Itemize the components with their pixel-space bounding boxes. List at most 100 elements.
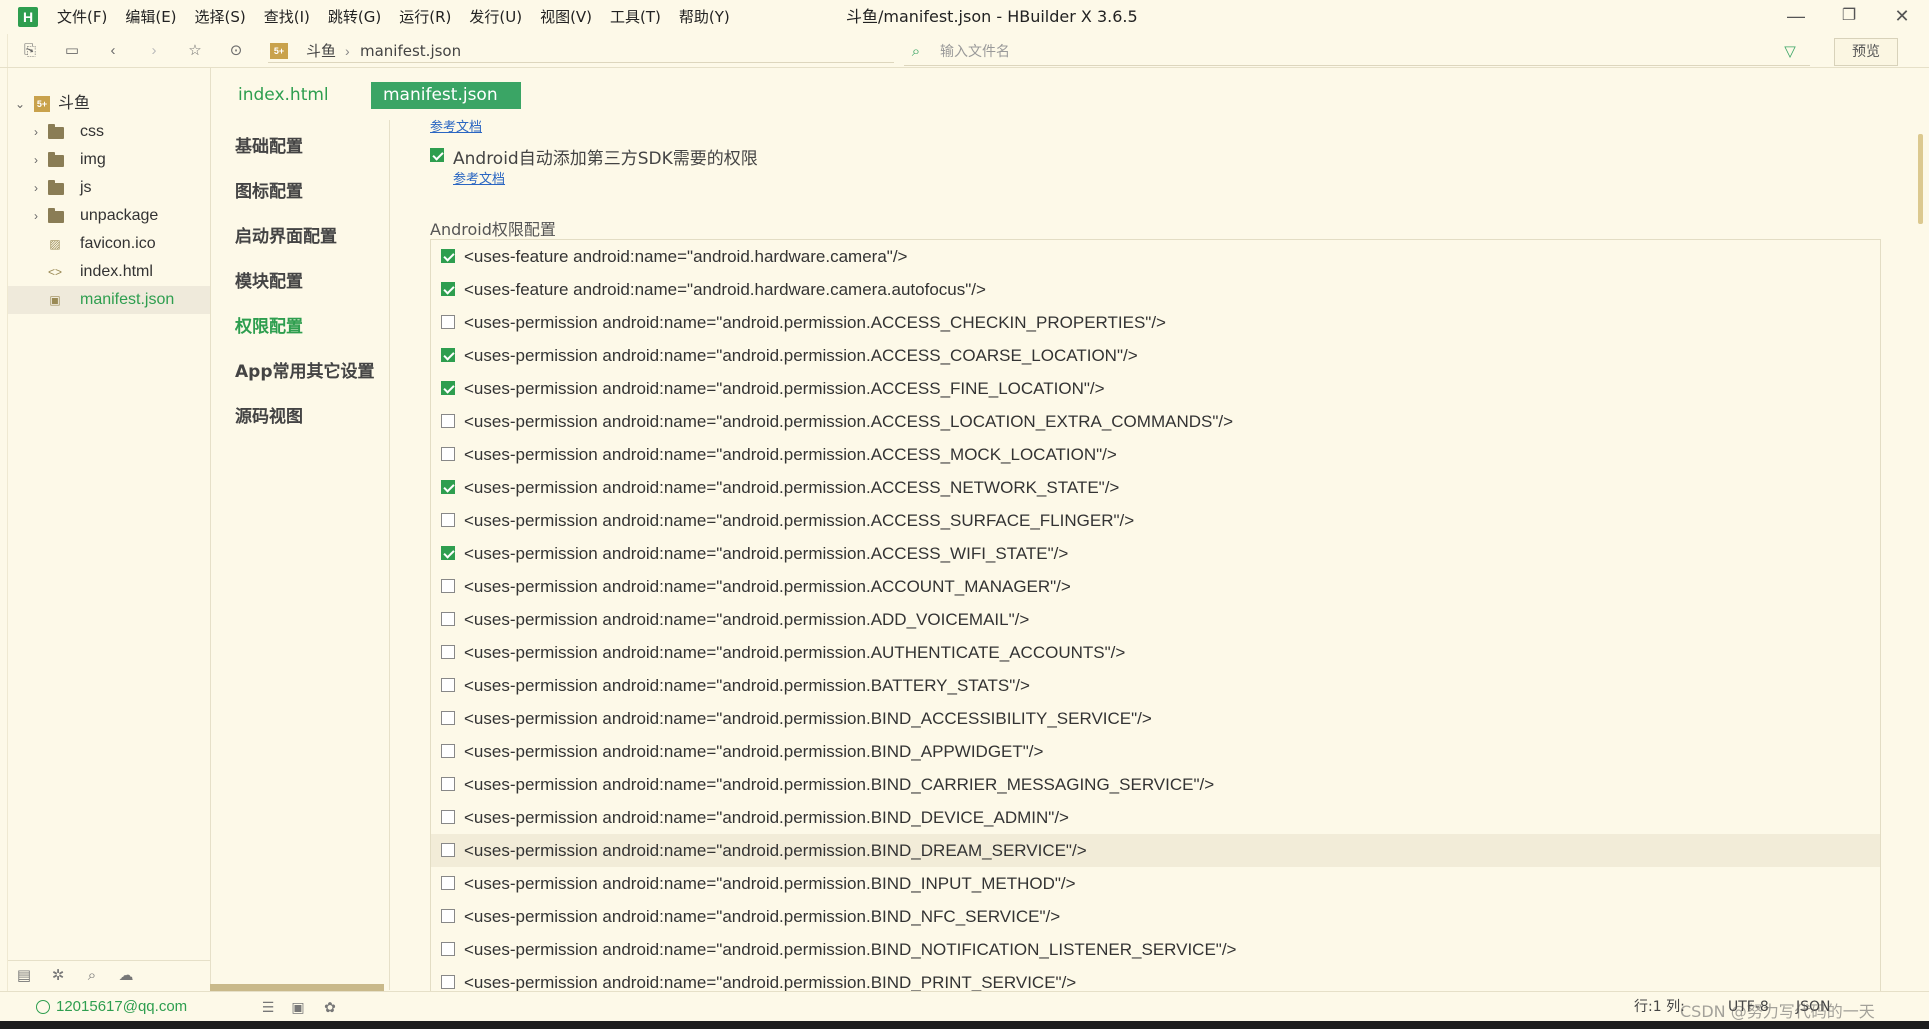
tree-item-manifest-json[interactable]: ▣ manifest.json (8, 286, 210, 314)
permission-checkbox[interactable] (441, 942, 455, 956)
menu-item-3[interactable]: 查找(I) (255, 0, 319, 34)
permission-row[interactable]: <uses-permission android:name="android.p… (431, 306, 1880, 339)
permission-row[interactable]: <uses-permission android:name="android.p… (431, 867, 1880, 900)
content-scrollbar[interactable] (1915, 120, 1925, 990)
preview-button[interactable]: 预览 (1834, 38, 1898, 66)
new-file-icon[interactable]: ⎘ (20, 41, 40, 61)
status-line-col[interactable]: 行:1 列: (1634, 992, 1685, 1022)
status-user-email[interactable]: 12015617@qq.com (56, 992, 187, 1022)
plugins-icon[interactable]: ☁ (116, 966, 136, 986)
tree-item-img[interactable]: › img (8, 146, 210, 174)
project-manager-icon[interactable]: ▤ (14, 966, 34, 986)
permission-row[interactable]: <uses-permission android:name="android.p… (431, 702, 1880, 735)
permission-checkbox[interactable] (441, 975, 455, 989)
permission-checkbox[interactable] (441, 777, 455, 791)
menu-item-4[interactable]: 跳转(G) (319, 0, 390, 34)
permission-row[interactable]: <uses-feature android:name="android.hard… (431, 240, 1880, 273)
permission-checkbox[interactable] (441, 744, 455, 758)
nav-item-5[interactable]: App常用其它设置 (235, 357, 375, 382)
auto-sdk-permission-checkbox[interactable] (430, 148, 444, 162)
star-icon[interactable]: ☆ (185, 41, 205, 61)
run-icon[interactable]: ⊙ (226, 41, 246, 61)
nav-item-2[interactable]: 启动界面配置 (235, 222, 337, 247)
back-icon[interactable]: ‹ (103, 41, 123, 61)
permission-row[interactable]: <uses-permission android:name="android.p… (431, 339, 1880, 372)
permission-row[interactable]: <uses-permission android:name="android.p… (431, 900, 1880, 933)
permission-row[interactable]: <uses-permission android:name="android.p… (431, 768, 1880, 801)
tab-manifest-json[interactable]: manifest.json (371, 82, 521, 109)
permission-checkbox[interactable] (441, 909, 455, 923)
permission-row[interactable]: <uses-permission android:name="android.p… (431, 537, 1880, 570)
permission-checkbox[interactable] (441, 513, 455, 527)
permission-checkbox[interactable] (441, 810, 455, 824)
permission-row[interactable]: <uses-permission android:name="android.p… (431, 801, 1880, 834)
reference-doc-link-top[interactable]: 参考文档 (430, 116, 482, 135)
tree-root-project[interactable]: ⌄ 5+ 斗鱼 (8, 90, 210, 118)
nav-item-1[interactable]: 图标配置 (235, 177, 303, 202)
console-icon[interactable]: ▣ (288, 997, 308, 1017)
permission-checkbox[interactable] (441, 447, 455, 461)
permission-row[interactable]: <uses-permission android:name="android.p… (431, 471, 1880, 504)
menu-item-0[interactable]: 文件(F) (48, 0, 116, 34)
reference-doc-link-sdk[interactable]: 参考文档 (453, 168, 505, 187)
chevron-right-icon[interactable]: › (30, 118, 42, 146)
tree-item-js[interactable]: › js (8, 174, 210, 202)
minimize-button[interactable]: — (1771, 0, 1821, 34)
chevron-right-icon[interactable]: › (30, 146, 42, 174)
menu-item-6[interactable]: 发行(U) (460, 0, 531, 34)
permission-checkbox[interactable] (441, 546, 455, 560)
scrollbar-thumb[interactable] (1918, 134, 1923, 224)
tree-item-favicon-ico[interactable]: ▨ favicon.ico (8, 230, 210, 258)
theme-icon[interactable]: ✿ (320, 997, 340, 1017)
permission-checkbox[interactable] (441, 678, 455, 692)
menu-item-9[interactable]: 帮助(Y) (670, 0, 739, 34)
nav-item-4[interactable]: 权限配置 (235, 312, 303, 337)
search-files-icon[interactable]: ⌕ (82, 966, 102, 986)
chevron-right-icon[interactable]: › (30, 202, 42, 230)
permission-checkbox[interactable] (441, 282, 455, 296)
chevron-down-icon[interactable]: ⌄ (14, 90, 26, 118)
permission-checkbox[interactable] (441, 711, 455, 725)
tree-item-index-html[interactable]: <> index.html (8, 258, 210, 286)
permission-checkbox[interactable] (441, 579, 455, 593)
close-button[interactable]: ✕ (1877, 0, 1927, 34)
permission-checkbox[interactable] (441, 480, 455, 494)
permission-checkbox[interactable] (441, 645, 455, 659)
permission-row[interactable]: <uses-permission android:name="android.p… (431, 570, 1880, 603)
nav-item-6[interactable]: 源码视图 (235, 402, 303, 427)
permission-checkbox[interactable] (441, 381, 455, 395)
save-icon[interactable]: ▭ (62, 41, 82, 61)
restore-button[interactable]: ❐ (1824, 0, 1874, 34)
filter-icon[interactable]: ▽ (1780, 42, 1800, 62)
permission-checkbox[interactable] (441, 315, 455, 329)
permission-row[interactable]: <uses-permission android:name="android.p… (431, 834, 1880, 867)
permission-row[interactable]: <uses-permission android:name="android.p… (431, 603, 1880, 636)
permission-row[interactable]: <uses-permission android:name="android.p… (431, 438, 1880, 471)
permission-row[interactable]: <uses-permission android:name="android.p… (431, 372, 1880, 405)
permission-checkbox[interactable] (441, 612, 455, 626)
permission-row[interactable]: <uses-permission android:name="android.p… (431, 669, 1880, 702)
menu-item-5[interactable]: 运行(R) (390, 0, 460, 34)
file-search-input[interactable] (940, 42, 1720, 62)
outline-icon[interactable]: ☰ (258, 997, 278, 1017)
permission-checkbox[interactable] (441, 249, 455, 263)
permission-checkbox[interactable] (441, 348, 455, 362)
forward-icon[interactable]: › (144, 41, 164, 61)
permission-checkbox[interactable] (441, 414, 455, 428)
tree-item-unpackage[interactable]: › unpackage (8, 202, 210, 230)
chevron-right-icon[interactable]: › (30, 174, 42, 202)
permission-row[interactable]: <uses-feature android:name="android.hard… (431, 273, 1880, 306)
menu-item-1[interactable]: 编辑(E) (116, 0, 185, 34)
permission-row[interactable]: <uses-permission android:name="android.p… (431, 933, 1880, 966)
tree-item-css[interactable]: › css (8, 118, 210, 146)
permission-row[interactable]: <uses-permission android:name="android.p… (431, 405, 1880, 438)
permission-checkbox[interactable] (441, 843, 455, 857)
permission-row[interactable]: <uses-permission android:name="android.p… (431, 735, 1880, 768)
nav-item-0[interactable]: 基础配置 (235, 132, 303, 157)
debug-icon[interactable]: ✲ (48, 966, 68, 986)
nav-item-3[interactable]: 模块配置 (235, 267, 303, 292)
menu-item-2[interactable]: 选择(S) (186, 0, 255, 34)
menu-item-7[interactable]: 视图(V) (531, 0, 601, 34)
permission-row[interactable]: <uses-permission android:name="android.p… (431, 504, 1880, 537)
tab-index-html[interactable]: index.html (226, 82, 341, 109)
